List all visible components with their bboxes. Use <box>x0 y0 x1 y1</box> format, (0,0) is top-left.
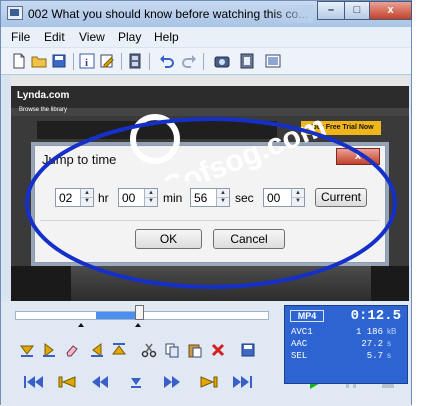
video-bitrate-unit: kB <box>387 327 397 336</box>
open-folder-icon[interactable] <box>31 53 47 69</box>
go-to-start-icon[interactable] <box>23 374 45 390</box>
new-file-icon[interactable] <box>11 53 27 69</box>
eraser-icon[interactable] <box>64 342 80 358</box>
spin-down-icon[interactable]: ▼ <box>217 197 229 205</box>
menu-view[interactable]: View <box>79 30 105 44</box>
menu-play[interactable]: Play <box>118 30 141 44</box>
video-site-logo: Lynda.com <box>17 90 70 101</box>
selection-end-marker[interactable] <box>135 323 141 327</box>
paste-icon[interactable] <box>187 342 203 358</box>
ok-button[interactable]: OK <box>135 229 202 249</box>
video-banner <box>37 121 277 139</box>
current-time: 0:12.5 <box>350 308 401 324</box>
menu-edit[interactable]: Edit <box>44 30 65 44</box>
video-site-header: Lynda.com <box>11 86 409 108</box>
menu-bar: File Edit View Play Help <box>1 27 411 47</box>
seconds-label: sec <box>235 191 254 205</box>
clip-icon[interactable] <box>239 53 255 69</box>
video-bitrate: 1 186 <box>355 327 383 337</box>
spin-down-icon[interactable]: ▼ <box>145 197 157 205</box>
minutes-label: min <box>163 191 183 205</box>
rewind-icon[interactable] <box>89 374 111 390</box>
filmstrip-icon[interactable] <box>127 53 143 69</box>
frames-stepper[interactable]: 00 ▲ ▼ <box>263 188 305 207</box>
spin-down-icon[interactable]: ▼ <box>81 197 93 205</box>
app-icon <box>7 6 23 20</box>
info-icon[interactable]: i <box>79 53 95 69</box>
playback-controls: MP4 0:12.5 AVC1 1 186 kB AAC 27.2 s SEL … <box>1 301 411 406</box>
save-disk-icon[interactable] <box>51 53 67 69</box>
mark-out-icon[interactable] <box>111 342 127 358</box>
cancel-button[interactable]: Cancel <box>213 229 285 249</box>
close-button[interactable]: x <box>369 1 412 20</box>
hours-stepper[interactable]: 02 ▲ ▼ <box>55 188 94 207</box>
save-selection-icon[interactable] <box>240 342 256 358</box>
spin-down-icon[interactable]: ▼ <box>292 197 304 205</box>
delete-icon[interactable] <box>210 342 226 358</box>
hours-label: hr <box>98 191 109 205</box>
svg-text:i: i <box>85 57 88 69</box>
step-down-icon[interactable] <box>128 374 144 390</box>
fit-window-icon[interactable] <box>265 53 281 69</box>
window-title: 002 What you should know before watching… <box>28 7 309 21</box>
audio-codec-label: AAC <box>291 339 308 349</box>
seconds-stepper[interactable]: 56 ▲ ▼ <box>190 188 230 207</box>
go-to-end-icon[interactable] <box>231 374 253 390</box>
mark-in-icon[interactable] <box>19 342 35 358</box>
audio-length: 27.2 <box>361 339 383 349</box>
dialog-close-button[interactable]: x <box>336 148 380 165</box>
player-window: 002 What you should know before watching… <box>0 0 412 406</box>
title-bar[interactable]: 002 What you should know before watching… <box>1 1 412 27</box>
dialog-title: Jump to time <box>42 152 117 167</box>
current-button[interactable]: Current <box>315 188 367 207</box>
video-site-nav: Browse the library <box>11 107 409 116</box>
video-codec-label: AVC1 <box>291 327 313 337</box>
jump-to-time-dialog: Jump to time x 02 ▲ ▼ hr 00 ▲ ▼ min 56 ▲ ▼ … <box>34 145 386 263</box>
redo-icon[interactable] <box>181 53 197 69</box>
menu-help[interactable]: Help <box>154 30 179 44</box>
format-badge: MP4 <box>290 310 324 322</box>
go-to-mark-in-icon[interactable] <box>41 342 57 358</box>
selection-start-marker[interactable] <box>78 323 84 327</box>
video-browser-chrome <box>11 76 409 86</box>
cut-scissors-icon[interactable] <box>141 342 157 358</box>
snapshot-camera-icon[interactable] <box>214 53 230 69</box>
undo-icon[interactable] <box>159 53 175 69</box>
next-mark-icon[interactable] <box>199 374 219 390</box>
media-info-panel: MP4 0:12.5 AVC1 1 186 kB AAC 27.2 s SEL … <box>284 305 408 384</box>
maximize-button[interactable]: □ <box>344 1 370 20</box>
fast-forward-icon[interactable] <box>161 374 183 390</box>
selection-length: 5.7 <box>366 351 383 361</box>
audio-length-unit: s <box>387 339 391 348</box>
edit-properties-icon[interactable] <box>99 53 115 69</box>
copy-icon[interactable] <box>164 342 180 358</box>
selection-label: SEL <box>291 351 308 361</box>
previous-mark-icon[interactable] <box>57 374 77 390</box>
toolbar: i <box>1 48 411 75</box>
video-free-trial-button: Your Free Trial Now <box>301 121 381 135</box>
menu-file[interactable]: File <box>11 30 30 44</box>
minutes-stepper[interactable]: 00 ▲ ▼ <box>118 188 158 207</box>
minimize-button[interactable]: – <box>317 1 345 20</box>
go-to-mark-out-icon[interactable] <box>89 342 105 358</box>
selection-length-unit: s <box>387 351 391 360</box>
seek-thumb[interactable] <box>134 305 144 320</box>
